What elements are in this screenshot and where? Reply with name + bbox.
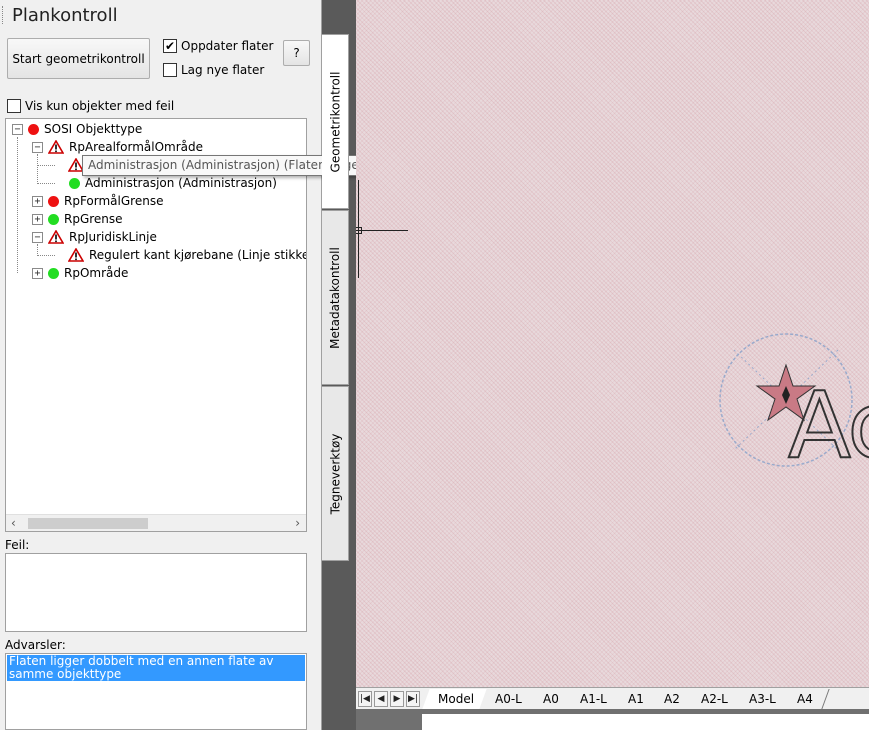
tab-geometrikontroll[interactable]: Geometrikontroll xyxy=(322,34,349,209)
feil-label: Feil: xyxy=(5,538,30,552)
crosshair-pickbox xyxy=(356,227,362,234)
warning-icon xyxy=(48,140,64,154)
tab-metadatakontroll[interactable]: Metadatakontroll xyxy=(322,210,349,385)
layout-tab-a4[interactable]: A4 xyxy=(781,688,830,709)
tree-connector xyxy=(37,255,55,256)
panel-title: Plankontroll xyxy=(12,5,118,26)
scroll-left-icon[interactable]: ‹ xyxy=(11,516,16,530)
tab-label: Geometrikontroll xyxy=(328,71,343,172)
tree-node-administrasjon[interactable]: Administrasjon (Administrasjon) xyxy=(69,176,277,190)
tab-label: Tegneverktøy xyxy=(328,433,343,514)
ok-status-icon xyxy=(69,177,80,189)
tab-label: A2 xyxy=(664,691,681,706)
tree-horizontal-scrollbar[interactable]: ‹ › xyxy=(6,514,306,531)
ok-status-icon xyxy=(48,267,59,279)
lag-nye-flater-label: Lag nye flater xyxy=(181,63,265,77)
tree-node-label: SOSI Objekttype xyxy=(44,122,143,136)
oppdater-flater-label: Oppdater flater xyxy=(181,39,274,53)
error-status-icon xyxy=(28,123,39,135)
help-button[interactable]: ? xyxy=(283,40,310,66)
vis-kun-feil-checkbox[interactable] xyxy=(7,99,21,113)
tree-node-label: RpFormålGrense xyxy=(64,194,164,208)
drawing-canvas[interactable]: Ac xyxy=(356,0,869,687)
advarsel-item-selected[interactable]: Flaten ligger dobbelt med en annen flate… xyxy=(7,655,305,681)
scrollbar-thumb[interactable] xyxy=(28,518,148,529)
last-tab-icon[interactable]: ▶| xyxy=(406,690,420,707)
first-tab-icon[interactable]: |◀ xyxy=(358,690,372,707)
advarsler-label: Advarsler: xyxy=(5,638,66,652)
panel-grip[interactable] xyxy=(2,6,5,24)
tab-tegneverktoy[interactable]: Tegneverktøy xyxy=(322,386,349,561)
plankontroll-panel: Plankontroll Start geometrikontroll ✔ Op… xyxy=(0,0,322,730)
tree-connector xyxy=(37,154,38,184)
expand-icon[interactable]: + xyxy=(32,267,43,279)
collapse-icon[interactable]: − xyxy=(32,231,43,243)
tab-label: Model xyxy=(438,691,475,706)
lag-nye-flater-checkbox[interactable] xyxy=(163,63,177,77)
tab-label: A1 xyxy=(627,691,644,706)
tab-label: A3-L xyxy=(749,691,776,706)
expand-icon[interactable]: + xyxy=(32,213,43,225)
command-input[interactable] xyxy=(422,714,869,730)
objekttype-tree[interactable]: − SOSI Objekttype − RpArealformålOmråde … xyxy=(5,118,307,532)
tree-node-regulert-kant[interactable]: Regulert kant kjørebane (Linje stikker xyxy=(68,248,307,262)
expand-icon[interactable]: + xyxy=(32,195,43,207)
tree-node-root[interactable]: − SOSI Objekttype xyxy=(12,122,142,136)
error-status-icon xyxy=(48,195,59,207)
tree-connector xyxy=(37,165,55,166)
tab-label: A4 xyxy=(797,691,813,706)
oppdater-flater-checkbox[interactable]: ✔ xyxy=(163,39,177,53)
warning-icon xyxy=(68,248,84,262)
vis-kun-feil-label: Vis kun objekter med feil xyxy=(25,99,175,113)
tree-node-label: Regulert kant kjørebane (Linje stikker xyxy=(89,248,307,262)
lag-nye-flater-option[interactable]: Lag nye flater xyxy=(163,63,264,77)
tab-label: A2-L xyxy=(701,691,729,706)
scroll-right-icon[interactable]: › xyxy=(295,516,300,530)
tree-node-label: RpOmråde xyxy=(64,266,129,280)
tree-node-rpgrense[interactable]: + RpGrense xyxy=(32,212,123,226)
tree-node-rpformalgrense[interactable]: + RpFormålGrense xyxy=(32,194,163,208)
tree-node-rparealformalomrade[interactable]: − RpArealformålOmråde xyxy=(32,140,203,154)
feil-list[interactable] xyxy=(5,553,307,632)
tree-connector xyxy=(17,137,18,273)
tree-connector xyxy=(37,183,55,184)
tab-label: A0-L xyxy=(495,691,522,706)
prev-tab-icon[interactable]: ◀ xyxy=(374,690,388,707)
tree-node-rpjuridisklinje[interactable]: − RpJuridiskLinje xyxy=(32,230,157,244)
advarsler-list[interactable]: Flaten ligger dobbelt med en annen flate… xyxy=(5,653,307,730)
tree-node-label: RpGrense xyxy=(64,212,123,226)
tab-label: A1-L xyxy=(579,691,607,706)
layout-tab-bar: |◀ ◀ ▶ ▶| Model A0-L A0 A1-L A1 A2 A2-L … xyxy=(356,687,869,709)
tab-label: A0 xyxy=(542,691,559,706)
canvas-text: Ac xyxy=(787,372,869,479)
tree-node-rpomrade[interactable]: + RpOmråde xyxy=(32,266,128,280)
tree-node-label: RpArealformålOmråde xyxy=(69,140,203,154)
warning-icon xyxy=(48,230,64,244)
tree-node-label: RpJuridiskLinje xyxy=(69,230,157,244)
collapse-icon[interactable]: − xyxy=(32,141,43,153)
vis-kun-feil-option[interactable]: Vis kun objekter med feil xyxy=(7,99,174,113)
crosshair-cursor xyxy=(356,230,408,231)
oppdater-flater-option[interactable]: ✔ Oppdater flater xyxy=(163,39,273,53)
start-geometrikontroll-button[interactable]: Start geometrikontroll xyxy=(7,38,150,79)
next-tab-icon[interactable]: ▶ xyxy=(390,690,404,707)
tree-node-label: Administrasjon (Administrasjon) xyxy=(85,176,277,190)
collapse-icon[interactable]: − xyxy=(12,123,23,135)
ok-status-icon xyxy=(48,213,59,225)
command-line-area xyxy=(356,709,869,730)
tab-label: Metadatakontroll xyxy=(328,246,342,349)
